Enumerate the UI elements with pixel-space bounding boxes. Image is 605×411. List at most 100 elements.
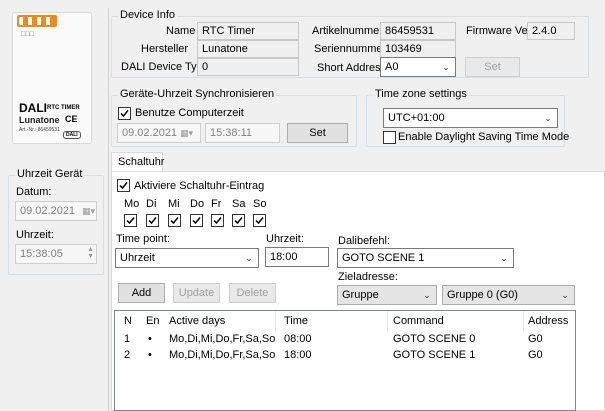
- time-point-dropdown[interactable]: Uhrzeit ⌄: [115, 248, 259, 268]
- day-checkbox-3[interactable]: [190, 214, 203, 227]
- cell-command: GOTO SCENE 1: [393, 349, 476, 361]
- day-label-6: So: [253, 198, 267, 210]
- hersteller-field: Lunatone: [197, 40, 299, 58]
- terminal-screws: [19, 17, 55, 25]
- cell-n: 1: [124, 333, 131, 345]
- cell-time: 18:00: [284, 349, 312, 361]
- chevron-down-icon: ⌄: [245, 253, 253, 263]
- activate-entry-label: Aktiviere Schaltuhr-Eintrag: [134, 180, 265, 192]
- cell-n: 2: [124, 349, 131, 361]
- col-separator: [523, 311, 524, 331]
- dst-checkbox[interactable]: [383, 131, 396, 144]
- ziel-group-dropdown[interactable]: Gruppe 0 (G0) ⌄: [442, 285, 575, 305]
- cell-en: •: [148, 333, 152, 345]
- short-address-label: Short Address: [317, 62, 387, 74]
- connector-symbols: □□□: [21, 31, 34, 38]
- table-row[interactable]: 1 • Mo,Di,Mi,Do,Fr,Sa,So 08:00 GOTO SCENE 0 G…: [115, 333, 575, 349]
- col-active-days[interactable]: Active days: [169, 315, 225, 327]
- product-model: RTC TIMER: [47, 105, 80, 111]
- dalibefehl-value: GOTO SCENE 1: [342, 252, 425, 264]
- device-clock-legend: Uhrzeit Gerät: [15, 168, 85, 180]
- sync-date-value: 09.02.2021: [122, 127, 178, 139]
- col-n[interactable]: N: [124, 315, 132, 327]
- table-row[interactable]: 2 • Mo,Di,Mi,Do,Fr,Sa,So 18:00 GOTO SCENE 1 G…: [115, 349, 575, 365]
- use-pc-time-checkbox[interactable]: [118, 107, 131, 120]
- sync-time-field: 15:38:11: [205, 123, 280, 143]
- device-info-legend: Device Info: [118, 9, 178, 21]
- dali-type-label: DALI Device Type: [121, 61, 209, 73]
- day-checkbox-6[interactable]: [253, 214, 266, 227]
- dali-logo-icon: DALI: [63, 131, 81, 139]
- ziel-type-dropdown[interactable]: Gruppe ⌄: [337, 285, 437, 305]
- schedule-list[interactable]: N En Active days Time Command Address 1 •…: [114, 310, 576, 411]
- serien-field: 103469: [380, 40, 456, 58]
- tab-schaltuhr[interactable]: Schaltuhr: [111, 152, 164, 172]
- ziel-group-value: Gruppe 0 (G0): [447, 289, 518, 301]
- day-checkbox-1[interactable]: [146, 214, 159, 227]
- update-button[interactable]: Update: [173, 283, 220, 303]
- activate-entry-checkbox[interactable]: [117, 179, 130, 192]
- chevron-down-icon: ⌄: [442, 62, 450, 72]
- day-checkbox-4[interactable]: [211, 214, 224, 227]
- checkmark-icon: [213, 217, 222, 225]
- sync-time-value: 15:38:11: [210, 127, 253, 139]
- serien-label: Seriennummer: [314, 43, 387, 55]
- checkmark-icon: [120, 110, 129, 118]
- chevron-down-icon: ⌄: [544, 113, 552, 123]
- checkmark-icon: [234, 217, 243, 225]
- day-label-1: Di: [146, 198, 157, 210]
- col-command[interactable]: Command: [393, 315, 444, 327]
- dalibefehl-dropdown[interactable]: GOTO SCENE 1 ⌄: [337, 248, 514, 268]
- uhrzeit-label: Uhrzeit:: [266, 233, 304, 245]
- col-separator: [387, 311, 388, 331]
- uhrzeit-input[interactable]: 18:00: [265, 247, 329, 267]
- short-address-dropdown[interactable]: A0 ⌄: [380, 57, 456, 77]
- day-label-4: Fr: [211, 198, 222, 210]
- col-separator: [275, 311, 276, 331]
- day-checkbox-0[interactable]: [124, 214, 137, 227]
- day-checkbox-5[interactable]: [232, 214, 245, 227]
- checkmark-icon: [148, 217, 157, 225]
- time-point-value: Uhrzeit: [120, 252, 155, 264]
- day-label-3: Do: [190, 198, 205, 210]
- cell-en: •: [148, 349, 152, 361]
- use-pc-time-label: Benutze Computerzeit: [135, 107, 244, 119]
- cell-days: Mo,Di,Mi,Do,Fr,Sa,So: [169, 349, 276, 361]
- device-date-value: 09.02.2021: [20, 205, 76, 217]
- spin-icon: ▲ ▼: [87, 246, 94, 260]
- add-button[interactable]: Add: [118, 283, 165, 303]
- time-point-label: Time point:: [116, 233, 171, 245]
- dalibefehl-label: Dalibefehl:: [338, 235, 390, 247]
- device-product-image: □□□ DALI RTC TIMER Lunatone CE Art.-Nr.:…: [12, 12, 92, 144]
- short-address-value: A0: [385, 61, 399, 73]
- firmware-label: Firmware Ver: [466, 25, 532, 37]
- artikel-label: Artikelnummer: [312, 25, 383, 37]
- name-field: RTC Timer: [197, 22, 299, 40]
- sync-legend: Geräte-Uhrzeit Synchronisieren: [118, 88, 277, 100]
- device-info-set-button[interactable]: Set: [465, 57, 520, 77]
- cell-days: Mo,Di,Mi,Do,Fr,Sa,So: [169, 333, 276, 345]
- delete-button[interactable]: Delete: [229, 283, 276, 303]
- day-checkbox-2[interactable]: [168, 214, 181, 227]
- sync-set-button[interactable]: Set: [287, 123, 348, 143]
- device-date-label: Datum:: [16, 186, 52, 198]
- cell-command: GOTO SCENE 0: [393, 333, 476, 345]
- calendar-icon: ▦▾: [82, 206, 96, 216]
- chevron-down-icon: ⌄: [561, 290, 569, 300]
- ziel-type-value: Gruppe: [342, 289, 379, 301]
- day-label-0: Mo: [124, 198, 140, 210]
- calendar-icon: ▦▾: [180, 128, 194, 138]
- product-brand: DALI: [19, 101, 47, 115]
- col-en[interactable]: En: [146, 315, 159, 327]
- checkmark-icon: [119, 182, 128, 190]
- col-address[interactable]: Address: [528, 315, 568, 327]
- artikel-field: 86459531: [380, 22, 456, 40]
- col-time[interactable]: Time: [284, 315, 308, 327]
- zieladresse-label: Zieladresse:: [338, 271, 398, 283]
- chevron-down-icon: ⌄: [500, 253, 508, 263]
- day-label-2: Mi: [168, 198, 180, 210]
- checkmark-icon: [192, 217, 201, 225]
- dali-type-field: 0: [197, 58, 299, 76]
- timezone-dropdown[interactable]: UTC+01:00 ⌄: [383, 108, 558, 128]
- checkmark-icon: [170, 217, 179, 225]
